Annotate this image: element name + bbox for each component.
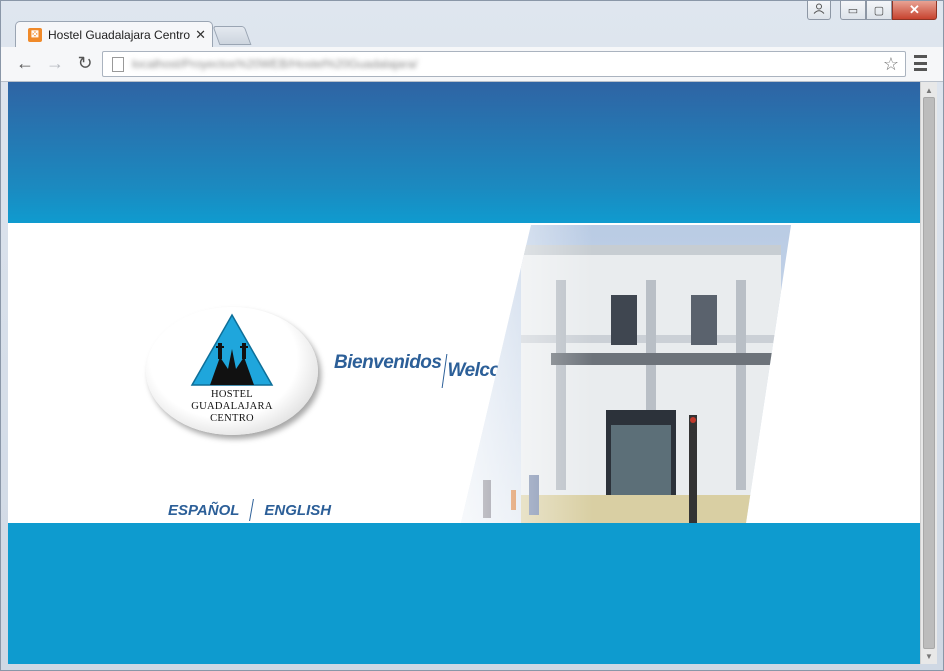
menu-bar-icon (914, 61, 927, 65)
language-selector: ESPAÑOL ENGLISH (168, 499, 331, 521)
back-button[interactable]: ← (13, 52, 37, 74)
scrollbar-thumb[interactable] (923, 97, 935, 649)
arrow-right-icon: → (46, 52, 64, 73)
reload-button[interactable]: ↻ (73, 52, 97, 74)
logo-line-guadalajara: GUADALAJARA (191, 401, 273, 412)
arrow-left-icon: ← (16, 52, 34, 73)
reload-icon: ↻ (77, 52, 93, 73)
language-divider (249, 499, 255, 521)
tab-close-icon[interactable]: ✕ (195, 27, 206, 43)
forward-button[interactable]: → (43, 52, 67, 74)
building-photo (461, 225, 791, 523)
page-viewport: HOSTEL GUADALAJARA CENTRO Bienvenidos Wel… (8, 82, 920, 664)
browser-window: ▭ ▢ ✕ ⊠ Hostel Guadalajara Centro ✕ ← → … (0, 0, 944, 671)
english-link[interactable]: ENGLISH (264, 502, 331, 519)
address-bar[interactable]: localhost/Proyectos%20WEB/Hostel%20Guada… (102, 51, 906, 77)
minimize-button[interactable]: ▭ (840, 1, 866, 20)
page-scrollbar[interactable]: ▲ ▼ (920, 82, 937, 664)
tab-hostel-guadalajara[interactable]: ⊠ Hostel Guadalajara Centro ✕ (15, 21, 213, 47)
logo-line-centro: CENTRO (210, 413, 254, 424)
maximize-button[interactable]: ▢ (866, 1, 892, 20)
footer-band (8, 523, 920, 664)
close-window-button[interactable]: ✕ (892, 1, 937, 20)
spanish-link[interactable]: ESPAÑOL (168, 502, 239, 519)
header-band (8, 82, 920, 223)
menu-bar-icon (914, 68, 927, 71)
user-profile-button[interactable] (807, 1, 831, 20)
scroll-up-icon[interactable]: ▲ (921, 83, 937, 97)
browser-toolbar: ← → ↻ localhost/Proyectos%20WEB/Hostel%2… (1, 47, 943, 82)
menu-bar-icon (914, 55, 927, 58)
triangle-church-icon (190, 313, 274, 386)
new-tab-button[interactable] (212, 26, 252, 45)
maximize-icon: ▢ (873, 4, 885, 17)
chrome-menu-button[interactable] (914, 55, 927, 71)
url-text[interactable]: localhost/Proyectos%20WEB/Hostel%20Guada… (132, 57, 417, 71)
user-icon (813, 3, 825, 17)
minimize-icon: ▭ (847, 4, 859, 17)
close-icon: ✕ (909, 2, 920, 17)
scroll-down-icon[interactable]: ▼ (921, 649, 937, 663)
welcome-spanish: Bienvenidos (334, 352, 442, 374)
page-icon (112, 56, 124, 72)
hostel-logo: HOSTEL GUADALAJARA CENTRO (146, 307, 318, 435)
logo-line-hostel: HOSTEL (210, 389, 254, 400)
xampp-favicon-icon: ⊠ (28, 27, 42, 42)
tab-title: Hostel Guadalajara Centro (48, 27, 191, 42)
bookmark-star-icon[interactable]: ☆ (883, 54, 899, 75)
